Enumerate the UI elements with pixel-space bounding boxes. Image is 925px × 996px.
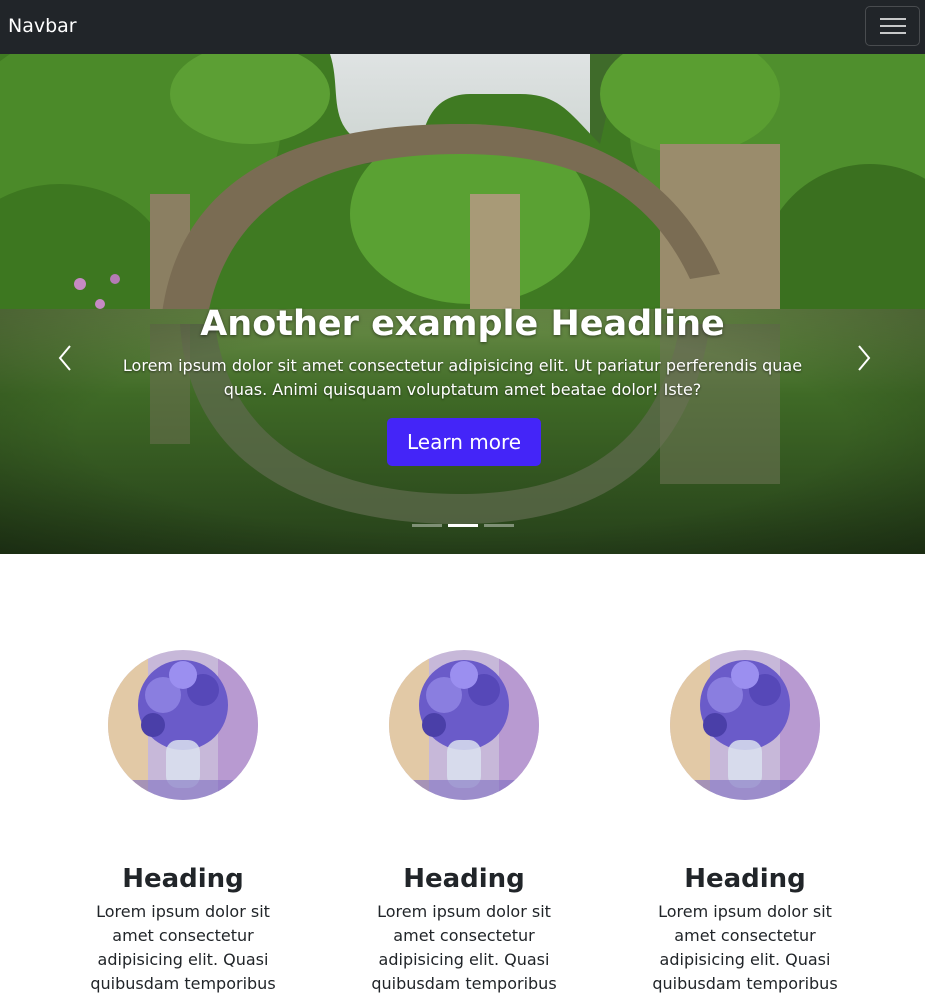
hamburger-icon-bar: [880, 32, 906, 34]
feature-image: [389, 650, 539, 800]
carousel-caption: Another example Headline Lorem ipsum dol…: [0, 302, 925, 402]
feature-heading: Heading: [684, 864, 806, 894]
feature-text: Lorem ipsum dolor sit amet consectetur a…: [652, 902, 838, 993]
feature-heading: Heading: [122, 864, 244, 894]
feature-column: Heading Lorem ipsum dolor sit amet conse…: [364, 650, 564, 996]
feature-image: [108, 650, 258, 800]
navbar-toggle-button[interactable]: [865, 6, 920, 46]
carousel-indicator-3[interactable]: [484, 524, 514, 527]
feature-text: Lorem ipsum dolor sit amet consectetur a…: [90, 902, 276, 993]
carousel-indicators: [0, 524, 925, 530]
carousel-indicator-2[interactable]: [448, 524, 478, 527]
hero-carousel: Another example Headline Lorem ipsum dol…: [0, 54, 925, 554]
carousel-headline: Another example Headline: [200, 304, 725, 344]
feature-image: [670, 650, 820, 800]
navbar-brand[interactable]: Navbar: [8, 13, 77, 39]
feature-column: Heading Lorem ipsum dolor sit amet conse…: [83, 650, 283, 996]
learn-more-button[interactable]: Learn more: [387, 418, 541, 466]
feature-text: Lorem ipsum dolor sit amet consectetur a…: [371, 902, 557, 993]
hamburger-icon-bar: [880, 25, 906, 27]
carousel-text: Lorem ipsum dolor sit amet consectetur a…: [122, 356, 803, 399]
feature-heading: Heading: [403, 864, 525, 894]
hamburger-icon: [880, 18, 906, 20]
navbar: Navbar: [0, 0, 925, 54]
feature-column: Heading Lorem ipsum dolor sit amet conse…: [645, 650, 845, 996]
carousel-indicator-1[interactable]: [412, 524, 442, 527]
